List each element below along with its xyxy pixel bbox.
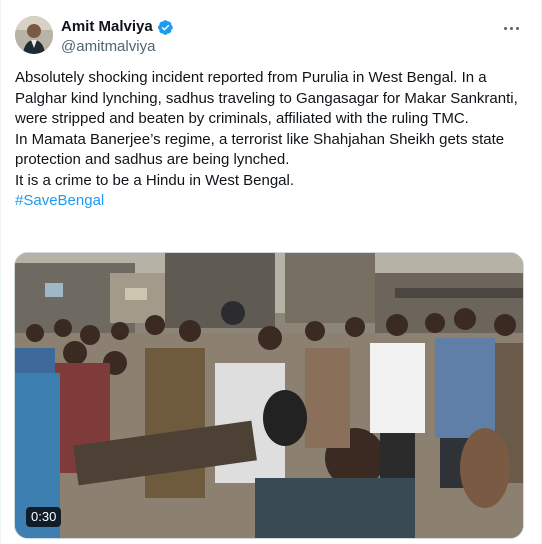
avatar-image: [15, 16, 53, 54]
more-horizontal-icon: [503, 26, 507, 30]
verified-badge-icon: [157, 19, 173, 35]
author-display-name[interactable]: Amit Malviya: [61, 17, 153, 37]
tweet-paragraph: Absolutely shocking incident reported fr…: [15, 69, 518, 127]
tweet-paragraph: In Mamata Banerjee’s regime, a terrorist…: [15, 130, 505, 169]
more-options-button[interactable]: [499, 18, 523, 38]
tweet-card: Amit Malviya @amitmalviya Absolutely sho…: [0, 0, 542, 544]
video-player[interactable]: [14, 252, 524, 539]
more-horizontal-icon: [515, 26, 519, 30]
author-name-row[interactable]: Amit Malviya: [61, 17, 174, 37]
more-horizontal-icon: [509, 26, 513, 30]
tweet-text: Absolutely shocking incident reported fr…: [15, 68, 527, 212]
video-duration-badge: 0:30: [26, 507, 62, 527]
video-thumbnail: [15, 253, 523, 538]
author-avatar[interactable]: [15, 16, 53, 54]
author-handle[interactable]: @amitmalviya: [61, 38, 155, 56]
tweet-paragraph: It is a crime to be a Hindu in West Beng…: [15, 171, 295, 189]
hashtag-link[interactable]: #SaveBengal: [15, 192, 104, 209]
